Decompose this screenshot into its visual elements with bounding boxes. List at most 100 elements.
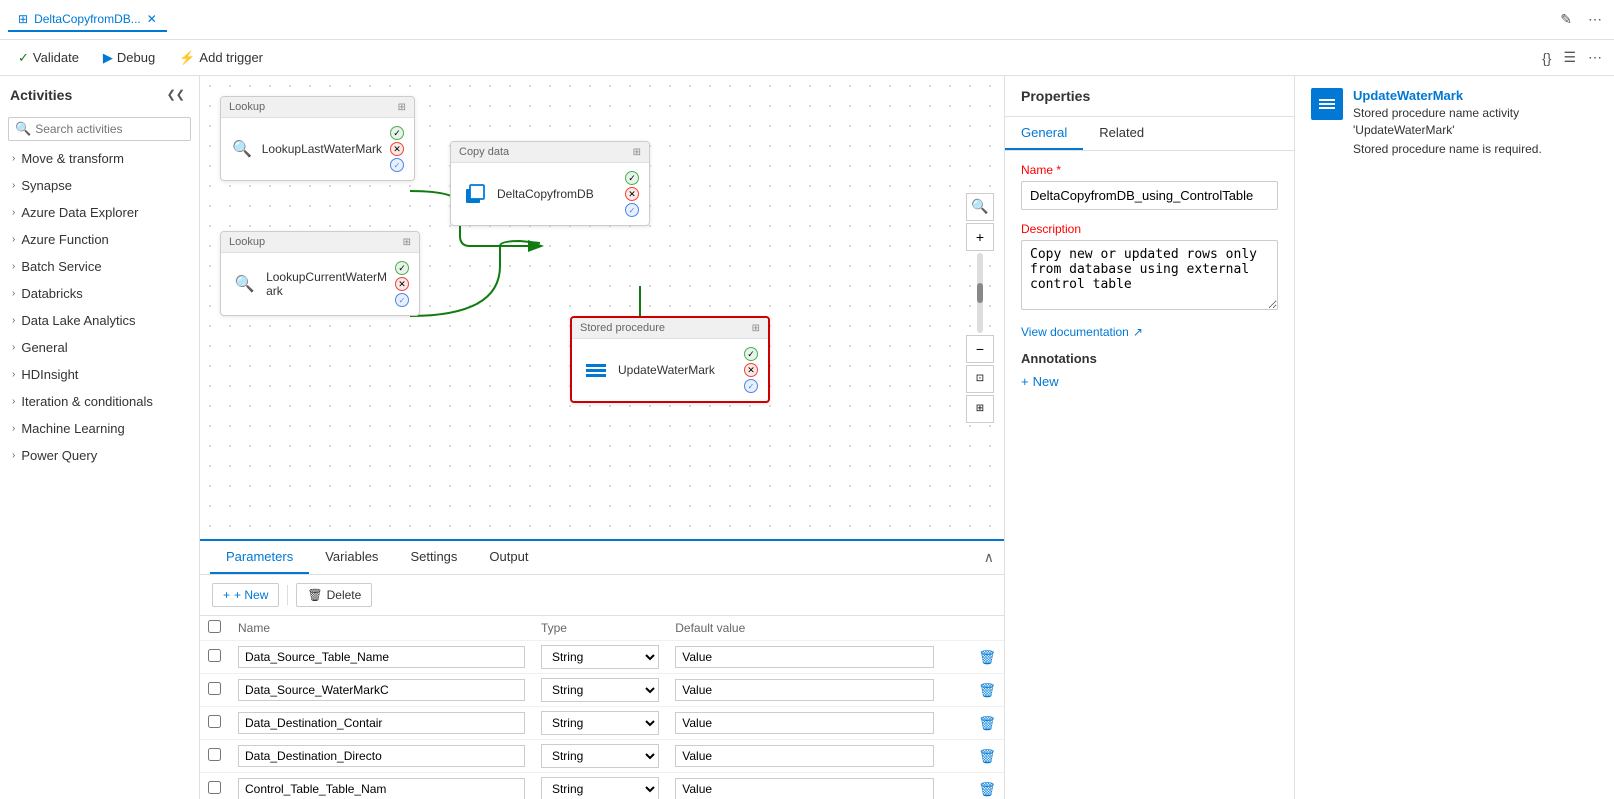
zoom-out-btn[interactable]: −	[966, 335, 994, 363]
delete-param-button[interactable]: 🗑 Delete	[296, 583, 372, 607]
sidebar-item-synapse[interactable]: › Synapse	[0, 172, 199, 199]
delete-row-button[interactable]: 🗑	[978, 649, 996, 666]
sidebar-item-general[interactable]: › General	[0, 334, 199, 361]
sidebar-item-machine-learning[interactable]: › Machine Learning	[0, 415, 199, 442]
delete-row-button[interactable]: 🗑	[978, 748, 996, 765]
status-skip-copy: ✓	[625, 203, 639, 217]
collapse-panel-btn[interactable]: ∧	[984, 549, 994, 566]
param-type-select[interactable]: String Int Bool Array	[541, 777, 659, 799]
sidebar-item-move-transform[interactable]: › Move & transform	[0, 145, 199, 172]
more-options-icon[interactable]: ⋯	[1584, 45, 1606, 70]
search-input[interactable]	[35, 122, 184, 136]
new-param-button[interactable]: + + New	[212, 583, 279, 607]
node-status: ✓ ✕ ✓	[390, 126, 404, 172]
annotations-header: Annotations	[1021, 351, 1278, 366]
add-annotation-button[interactable]: + New	[1021, 374, 1059, 389]
fit-page-btn[interactable]: ⊡	[966, 365, 994, 393]
tab-variables[interactable]: Variables	[309, 541, 394, 574]
chevron-icon: ›	[12, 261, 15, 272]
sidebar-item-batch-service[interactable]: › Batch Service	[0, 253, 199, 280]
param-value-input[interactable]	[675, 646, 933, 668]
tab-general[interactable]: General	[1005, 117, 1083, 150]
param-type-select[interactable]: String Int Bool Array	[541, 645, 659, 669]
sidebar-item-iteration-conditionals[interactable]: › Iteration & conditionals	[0, 388, 199, 415]
description-textarea[interactable]: Copy new or updated rows only from datab…	[1021, 240, 1278, 310]
lookup2-icon: 🔍	[231, 270, 258, 298]
delete-row-button[interactable]: 🗑	[978, 781, 996, 798]
param-value-input[interactable]	[675, 745, 933, 767]
node-lookup1[interactable]: Lookup ⊞ 🔍 LookupLastWaterMark ✓ ✕ ✓	[220, 96, 415, 181]
tooltip-desc-line1: Stored procedure name activity 'UpdateWa…	[1353, 105, 1598, 139]
delete-row-button[interactable]: 🗑	[978, 682, 996, 699]
table-row: String Int Bool Array 🗑	[200, 674, 1004, 707]
view-docs-link[interactable]: View documentation ↗	[1021, 325, 1278, 339]
bottom-panel: Parameters Variables Settings Output ∧ +…	[200, 539, 1004, 799]
table-icon[interactable]: ☰	[1559, 45, 1580, 70]
more-icon[interactable]: ⋯	[1584, 7, 1606, 32]
param-name-input[interactable]	[238, 778, 525, 799]
node-header-lookup2: Lookup ⊞	[221, 232, 419, 253]
status-skip2: ✓	[395, 293, 409, 307]
param-value-input[interactable]	[675, 712, 933, 734]
param-name-input[interactable]	[238, 646, 525, 668]
code-icon[interactable]: {}	[1538, 45, 1555, 70]
search-box[interactable]: 🔍	[8, 117, 191, 141]
sidebar-item-azure-function[interactable]: › Azure Function	[0, 226, 199, 253]
sidebar-item-azure-data-explorer[interactable]: › Azure Data Explorer	[0, 199, 199, 226]
sidebar-item-label: Databricks	[21, 286, 82, 301]
table-row: String Int Bool Array 🗑	[200, 641, 1004, 674]
sidebar-item-power-query[interactable]: › Power Query	[0, 442, 199, 469]
plus-icon: +	[1021, 374, 1029, 389]
tab-output[interactable]: Output	[473, 541, 544, 574]
tab-parameters[interactable]: Parameters	[210, 541, 309, 574]
param-type-select[interactable]: String Int Bool Array	[541, 744, 659, 768]
debug-button[interactable]: ▶ Debug	[93, 46, 165, 70]
param-type-select[interactable]: String Int Bool Array	[541, 711, 659, 735]
sidebar-item-label: Move & transform	[21, 151, 124, 166]
sidebar-title: Activities	[10, 87, 72, 103]
delete-row-button[interactable]: 🗑	[978, 715, 996, 732]
param-name-input[interactable]	[238, 745, 525, 767]
add-trigger-button[interactable]: ⚡ Add trigger	[169, 46, 273, 70]
select-all-checkbox[interactable]	[208, 620, 221, 633]
table-row: String Int Bool Array 🗑	[200, 773, 1004, 799]
delete-icon: 🗑	[307, 588, 322, 602]
close-icon[interactable]: ✕	[147, 12, 157, 26]
row-checkbox[interactable]	[208, 748, 221, 761]
row-checkbox[interactable]	[208, 715, 221, 728]
node-stored-proc[interactable]: Stored procedure ⊞ UpdateWaterMark	[570, 316, 770, 403]
search-canvas-btn[interactable]: 🔍	[966, 193, 994, 221]
chevron-icon: ›	[12, 288, 15, 299]
edit-icon[interactable]: ✎	[1556, 7, 1576, 32]
param-name-input[interactable]	[238, 679, 525, 701]
node-type-label: Copy data	[459, 146, 509, 158]
param-name-input[interactable]	[238, 712, 525, 734]
node-title-copy: DeltaCopyfromDB	[497, 187, 594, 201]
canvas[interactable]: Lookup ⊞ 🔍 LookupLastWaterMark ✓ ✕ ✓	[200, 76, 1004, 539]
collapse-icon[interactable]: ❮❮	[163, 84, 189, 105]
grid-view-btn[interactable]: ⊞	[966, 395, 994, 423]
tab-delta[interactable]: ⊞ DeltaCopyfromDB... ✕	[8, 8, 167, 32]
node-header-icons-copy: ⊞	[633, 147, 641, 158]
param-value-input[interactable]	[675, 679, 933, 701]
param-type-select[interactable]: String Int Bool Array	[541, 678, 659, 702]
name-input[interactable]	[1021, 181, 1278, 210]
zoom-slider[interactable]	[977, 253, 983, 333]
node-type-label: Stored procedure	[580, 322, 665, 334]
node-copy[interactable]: Copy data ⊞ DeltaCopyfromDB	[450, 141, 650, 226]
row-checkbox[interactable]	[208, 781, 221, 794]
table-row: String Int Bool Array 🗑	[200, 707, 1004, 740]
row-checkbox[interactable]	[208, 682, 221, 695]
zoom-in-btn[interactable]: +	[966, 223, 994, 251]
tab-settings[interactable]: Settings	[394, 541, 473, 574]
sidebar-item-data-lake-analytics[interactable]: › Data Lake Analytics	[0, 307, 199, 334]
node-lookup2[interactable]: Lookup ⊞ 🔍 LookupCurrentWaterMark ✓ ✕ ✓	[220, 231, 420, 316]
validate-button[interactable]: ✓ Validate	[8, 46, 89, 70]
sidebar-item-hdinsight[interactable]: › HDInsight	[0, 361, 199, 388]
node-status2: ✓ ✕ ✓	[395, 261, 409, 307]
sidebar-header-icons: ❮❮	[163, 84, 189, 105]
row-checkbox[interactable]	[208, 649, 221, 662]
param-value-input[interactable]	[675, 778, 933, 799]
sidebar-item-databricks[interactable]: › Databricks	[0, 280, 199, 307]
tab-related[interactable]: Related	[1083, 117, 1160, 150]
